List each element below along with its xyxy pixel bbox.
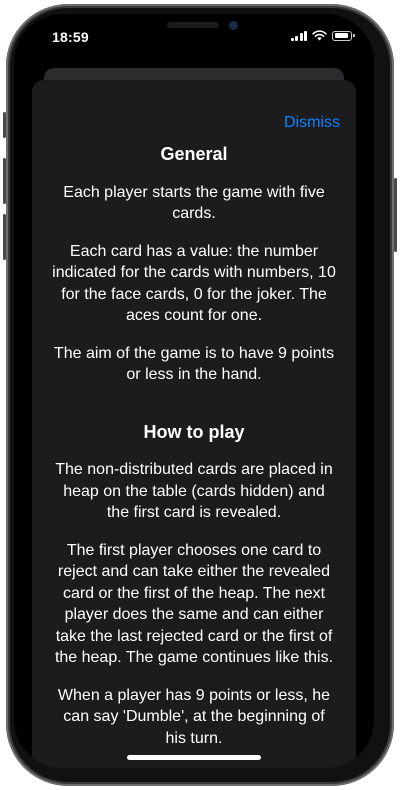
status-bar: 18:59 [14,14,374,58]
wifi-icon [312,30,327,41]
rules-paragraph: The aim of the game is to have 9 points … [53,344,335,384]
dismiss-button[interactable]: Dismiss [284,114,340,132]
status-icons [290,30,355,41]
rules-paragraph: When a player has 9 points or less, he c… [57,686,331,747]
section-title-how-to-play: How to play [143,421,245,442]
rules-paragraph: The first player chooses one card to rej… [54,541,334,667]
rules-sheet: Dismiss General Each player starts the g… [32,80,356,768]
volume-down-button [3,214,6,260]
screen: 18:59 Dismiss General Each player starts… [14,14,374,768]
battery-icon [332,30,355,41]
power-button [394,178,397,252]
rules-content: General Each player starts the game with… [52,144,336,765]
status-time: 18:59 [52,29,89,45]
rules-paragraph: The non-distributed cards are placed in … [55,461,333,521]
rules-paragraph: Each player starts the game with five ca… [63,183,325,223]
volume-up-button [3,158,6,204]
side-button-left [3,112,6,138]
cellular-signal-icon [290,30,307,41]
rules-paragraph: Each card has a value: the number indica… [52,242,336,325]
home-indicator[interactable] [127,755,261,760]
section-title-general: General [160,144,228,164]
